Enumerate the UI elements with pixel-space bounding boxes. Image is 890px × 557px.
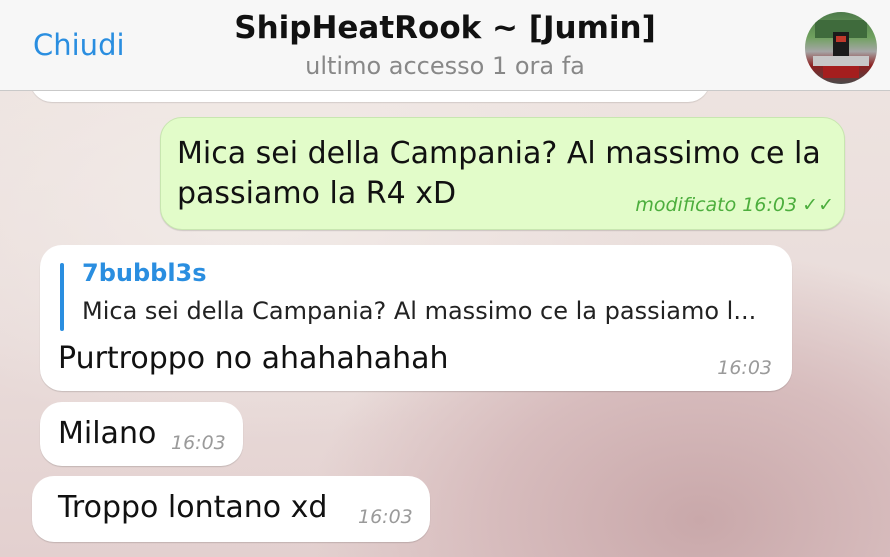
message-text: Troppo lontano xd [58,490,328,525]
incoming-reply-bubble[interactable]: 7bubbl3s Mica sei della Campania? Al mas… [40,245,792,391]
message-time: 16:03 [171,432,226,454]
avatar[interactable] [805,12,877,84]
outgoing-message-bubble[interactable]: Mica sei della Campania? Al massimo ce l… [160,117,845,230]
message-text: Purtroppo no ahahahahah [58,341,449,376]
message-text: Milano [58,416,157,451]
reply-quote-bar [60,263,64,331]
message-time: 16:03 [717,357,772,379]
message-text-line: Mica sei della Campania? Al massimo ce l… [177,136,821,171]
chat-header: Chiudi ShipHeatRook ~ [Jumin] ultimo acc… [0,0,890,91]
message-time: 16:03 [358,506,413,528]
last-seen-status: ultimo accesso 1 ora fa [305,52,585,80]
incoming-message-bubble[interactable]: Troppo lontano xd 16:03 [32,476,430,542]
incoming-message-bubble[interactable]: Milano 16:03 [40,402,243,466]
double-check-icon: ✓✓ [802,194,834,216]
reply-author[interactable]: 7bubbl3s [82,259,207,287]
chat-title[interactable]: ShipHeatRook ~ [Jumin] [0,10,890,46]
message-text-line: passiamo la R4 xD [177,176,457,211]
message-edited-time: modificato 16:03 [635,194,798,216]
reply-snippet[interactable]: Mica sei della Campania? Al massimo ce l… [82,297,756,325]
